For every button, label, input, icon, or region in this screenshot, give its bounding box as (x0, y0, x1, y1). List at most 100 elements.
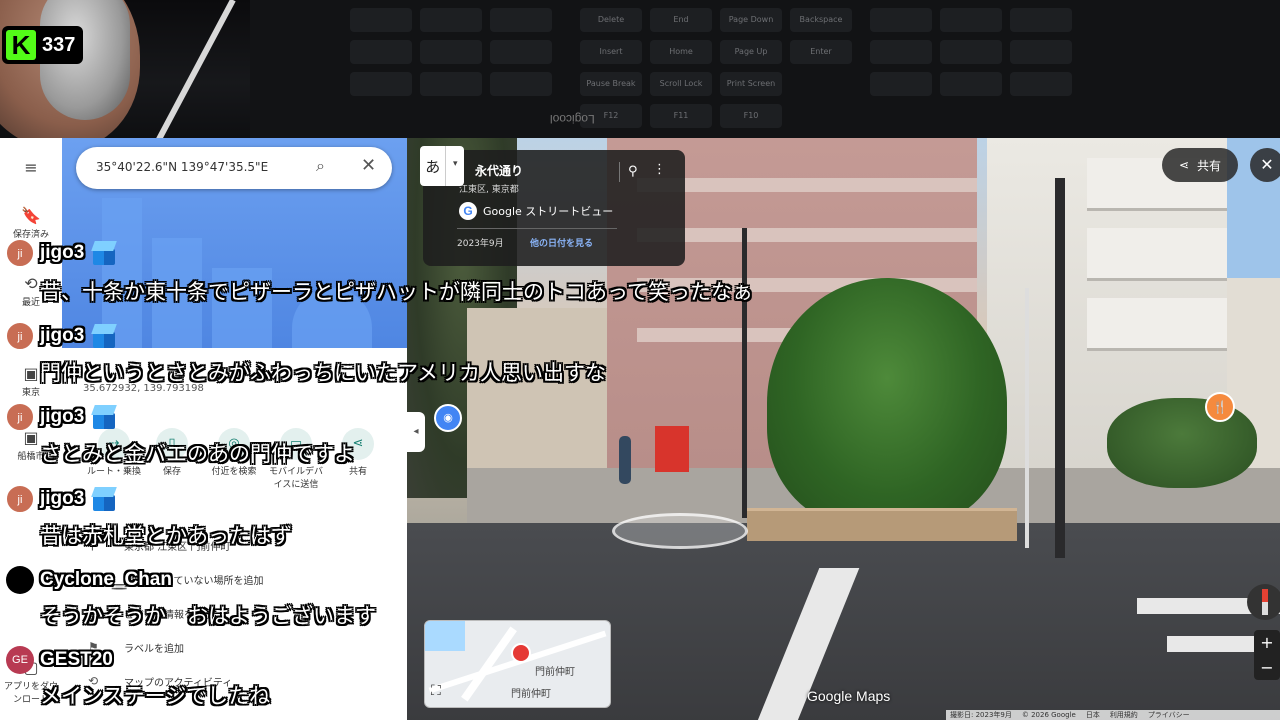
close-icon: ✕ (1260, 155, 1274, 174)
kick-logo-icon: K (6, 30, 36, 60)
minimap-label: 門前仲町 (511, 689, 551, 700)
scene-bush (1107, 398, 1257, 488)
action-label: 付近を検索 (211, 467, 257, 477)
key (490, 72, 552, 96)
road-title: 永代通り (475, 164, 524, 178)
search-input[interactable]: 35°40'22.6"N 139°47'35.5"E (96, 160, 268, 174)
scene-building (467, 308, 617, 478)
key: End (650, 8, 712, 32)
capture-date: 2023年9月 (457, 239, 504, 249)
scene-balcony (1087, 228, 1227, 281)
add-label-row[interactable]: ラベルを追加 (124, 640, 184, 655)
key: Scroll Lock (650, 72, 712, 96)
avatar: ji (6, 485, 34, 513)
chat-message: 門仲というとさとみがふわっちにいたアメリカ人思い出すな (40, 361, 606, 385)
ime-indicator[interactable]: あ ▾ (420, 146, 464, 186)
action-label: モバイルデバイスに送信 (268, 467, 323, 490)
key (870, 40, 932, 64)
rail-item-label: 東京 (21, 388, 40, 398)
other-dates-link[interactable]: 他の日付を見る (530, 236, 593, 249)
ime-char: あ (425, 157, 441, 176)
key: Print Screen (720, 72, 782, 96)
footer-region[interactable]: 日本 (1086, 710, 1100, 720)
chat-author-row: GE GEST20 (6, 645, 113, 675)
action-label: 保存 (162, 467, 181, 477)
rail-item-saved[interactable]: 🔖 保存済み (0, 206, 62, 240)
footer-privacy-link[interactable]: プライバシー (1148, 710, 1190, 720)
more-options-icon[interactable]: ⋮ (653, 162, 666, 177)
cube-badge-icon (90, 485, 118, 513)
street-view-brand: G Google ストリートビュー (459, 202, 613, 220)
keyboard: Delete End Page Down Insert Home Page Up… (250, 0, 1280, 138)
action-label: ルート・乗換 (86, 467, 141, 477)
share-icon: ⋖ (1178, 158, 1190, 172)
scene-pole (742, 228, 747, 518)
avatar: GE (6, 646, 34, 674)
menu-button[interactable]: ≡ (0, 158, 62, 179)
key (350, 8, 412, 32)
chat-author-row: ji jigo3 (6, 321, 118, 351)
footer-capture-date: 撮影日: 2023年9月 (950, 711, 1012, 719)
scene-tree (767, 278, 1007, 528)
compass-control[interactable] (1247, 584, 1280, 620)
minimap-pegman-icon (511, 643, 531, 663)
scene-balcony (637, 178, 977, 192)
share-label: 共有 (1197, 158, 1222, 173)
scene-person (619, 436, 631, 484)
chat-author-name: jigo3 (40, 488, 85, 509)
chat-author-row: Cyclone_Chan (6, 565, 172, 595)
zoom-out-button[interactable]: − (1254, 655, 1280, 680)
search-icon[interactable]: ⌕ (316, 156, 325, 176)
key: Backspace (790, 8, 852, 32)
zoom-in-button[interactable]: + (1254, 630, 1280, 655)
chat-message: 昔は赤札堂とかあったはず (40, 524, 292, 548)
avatar: ji (6, 239, 34, 267)
chat-author-name: jigo3 (40, 242, 85, 263)
card-divider (457, 228, 617, 229)
close-button[interactable]: ✕ (1250, 148, 1280, 182)
key: Page Down (720, 8, 782, 32)
street-view-brand-label: Google ストリートビュー (483, 205, 614, 218)
chat-author-name: jigo3 (40, 406, 85, 427)
map-footer: 撮影日: 2023年9月 © 2026 Google 日本 利用規約 プライバシ… (946, 710, 1280, 720)
key (940, 8, 1002, 32)
key (350, 72, 412, 96)
chevron-left-icon: ◂ (413, 426, 419, 437)
chat-author-row: ji jigo3 (6, 238, 118, 268)
footer-terms-link[interactable]: 利用規約 (1110, 710, 1138, 720)
close-icon[interactable]: ✕ (361, 155, 376, 176)
compass-needle-icon (1262, 589, 1268, 615)
scene-sign-pole (1025, 288, 1029, 548)
key (350, 40, 412, 64)
scene-vending-machine (655, 426, 689, 472)
key (420, 72, 482, 96)
restaurant-marker-icon[interactable]: 🍴 (1205, 392, 1235, 422)
minimap-label: 門前仲町 (535, 667, 575, 678)
mouse-cable (155, 0, 236, 138)
footer-copyright: © 2026 Google (1021, 711, 1076, 719)
key: F10 (720, 104, 782, 128)
chevron-down-icon[interactable]: ▾ (445, 146, 464, 186)
expand-icon[interactable]: ⛶ (431, 683, 441, 699)
cube-badge-icon (90, 403, 118, 431)
street-view-nav-marker[interactable] (612, 513, 748, 549)
search-box[interactable]: 35°40'22.6"N 139°47'35.5"E ⌕ ✕ (76, 147, 392, 189)
chat-message: そうかそうか おはようございます (40, 604, 376, 628)
webcam-feed: Delete End Page Down Insert Home Page Up… (0, 0, 1280, 138)
collapse-panel-button[interactable]: ◂ (407, 412, 425, 452)
minimap-water (425, 621, 465, 651)
street-view-pegman-icon[interactable]: ◉ (434, 404, 462, 432)
location-pin-icon[interactable]: ⚲ (628, 164, 638, 179)
chat-author-row: ji jigo3 (6, 402, 118, 432)
key: Home (650, 40, 712, 64)
key (420, 8, 482, 32)
key (1010, 40, 1072, 64)
scene-balcony (1087, 298, 1227, 351)
chat-message: さとみと金バエのあの門仲ですよ (40, 442, 355, 466)
key (870, 8, 932, 32)
share-button[interactable]: ⋖ 共有 (1162, 148, 1238, 182)
viewer-counter: K 337 (2, 26, 84, 64)
key (1010, 72, 1072, 96)
avatar: ji (6, 403, 34, 431)
minimap[interactable]: 門前仲町 門前仲町 ⛶ (424, 620, 611, 708)
